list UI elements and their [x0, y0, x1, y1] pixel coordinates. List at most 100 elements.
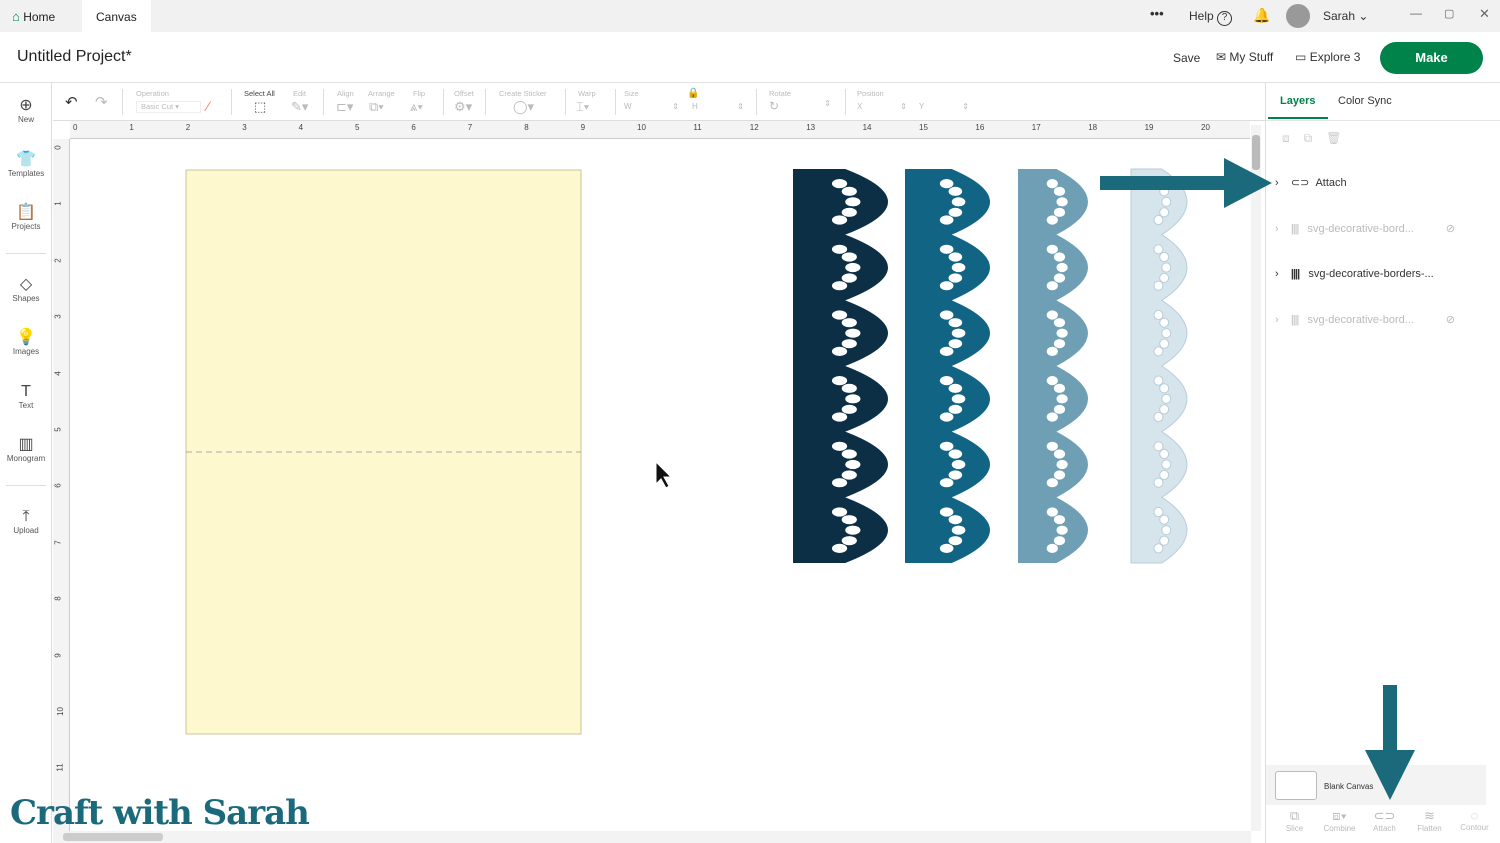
hidden-eye-icon[interactable]: ⊘	[1446, 305, 1455, 335]
layer-actions[interactable]: ⧈⧉🗑	[1282, 131, 1355, 146]
vertical-scrollbar[interactable]	[1251, 125, 1261, 831]
border-cutout	[1159, 186, 1170, 197]
layer-item[interactable]: › |||| svg-decorative-borders-...	[1275, 259, 1475, 289]
lock-icon[interactable]: 🔒	[687, 88, 699, 99]
border-cutout	[1159, 404, 1170, 415]
sidebar-item-shapes[interactable]: ◇ Shapes	[0, 276, 52, 303]
user-menu[interactable]: Sarah ⌄	[1323, 9, 1368, 23]
close-button[interactable]: ✕	[1479, 6, 1490, 22]
layer-group-attach[interactable]: › ⊂⊃ Attach	[1275, 168, 1475, 198]
decorative-border-2[interactable]	[905, 169, 990, 563]
divider	[6, 253, 46, 254]
blank-canvas-swatch[interactable]	[1275, 771, 1317, 800]
flip-button[interactable]: ⩓▾	[410, 99, 423, 115]
contour-button[interactable]: ◌ Contour	[1452, 808, 1497, 832]
ruler-tick-label: 0	[73, 123, 78, 132]
border-cutout	[1153, 375, 1164, 386]
offset-button[interactable]: ⚙▾	[454, 99, 472, 115]
decorative-border-3[interactable]	[1018, 169, 1088, 563]
border-cutout	[841, 536, 857, 546]
border-cutout	[841, 515, 857, 525]
sidebar-item-images[interactable]: 💡 Images	[0, 329, 52, 356]
border-cutout	[831, 507, 848, 517]
help-button[interactable]: Help ?	[1189, 9, 1233, 26]
edit-button[interactable]: ✎▾	[291, 99, 308, 115]
combine-button[interactable]: ⧈▾ Combine	[1317, 808, 1362, 833]
border-cutout	[845, 394, 861, 404]
sidebar-item-projects[interactable]: 📋 Projects	[0, 204, 52, 231]
divider	[756, 89, 757, 115]
minimize-button[interactable]: —	[1410, 6, 1422, 20]
pen-color-icon[interactable]: ⁄	[207, 98, 209, 114]
divider	[565, 89, 566, 115]
chevron-down-icon: ⌄	[1358, 9, 1369, 23]
width-input[interactable]: W ⇕	[624, 102, 679, 111]
tab-home[interactable]: ⌂ Home	[0, 0, 69, 32]
decorative-border-1[interactable]	[793, 169, 888, 563]
restore-button[interactable]: ▢	[1444, 7, 1454, 20]
canvas-area[interactable]	[70, 139, 1250, 831]
align-label: Align	[337, 89, 354, 98]
avatar[interactable]	[1286, 4, 1310, 28]
select-all-label: Select All	[244, 89, 275, 98]
ruler-tick-label: 9	[53, 652, 63, 658]
save-button[interactable]: Save	[1173, 51, 1200, 65]
border-cutout	[1053, 318, 1066, 328]
divider	[615, 89, 616, 115]
border-cutout	[841, 252, 857, 262]
layer-item[interactable]: › |||| svg-decorative-bord... ⊘	[1275, 214, 1475, 244]
flatten-button[interactable]: ≋ Flatten	[1407, 808, 1452, 833]
border-cutout	[831, 441, 848, 451]
border-cutout	[1159, 251, 1170, 263]
tab-color-sync[interactable]: Color Sync	[1338, 95, 1392, 107]
explore-button[interactable]: ▭ Explore 3	[1295, 50, 1360, 64]
rotate-input[interactable]: ↻ ⇕	[769, 99, 831, 113]
x-input[interactable]: X ⇕	[857, 102, 907, 111]
redo-button[interactable]: ↷	[95, 93, 108, 111]
tab-canvas[interactable]: Canvas	[82, 0, 151, 32]
border-cutout	[948, 252, 963, 262]
ruler-tick-label: 9	[580, 123, 586, 132]
my-stuff-button[interactable]: ✉ My Stuff	[1216, 50, 1273, 64]
arrange-button[interactable]: ⧉▾	[369, 99, 384, 115]
border-cutout	[831, 543, 848, 553]
layer-thumbnail-icon: ||||	[1290, 314, 1300, 326]
y-input[interactable]: Y ⇕	[919, 102, 969, 111]
border-cutout	[841, 470, 857, 480]
attach-button[interactable]: ⊂⊃ Attach	[1362, 808, 1407, 833]
select-all-button[interactable]: ⬚	[254, 99, 266, 115]
sidebar-item-text[interactable]: T Text	[0, 383, 52, 410]
tab-layers[interactable]: Layers	[1280, 95, 1315, 107]
border-cutout	[1161, 525, 1172, 536]
sidebar-item-upload[interactable]: ⤒ Upload	[0, 508, 52, 535]
border-cutout	[1161, 262, 1172, 273]
border-cutout	[1153, 244, 1164, 255]
create-sticker-button[interactable]: ◯▾	[513, 99, 534, 115]
border-cutout	[1153, 280, 1164, 291]
sidebar-item-templates[interactable]: 👕 Templates	[0, 151, 52, 178]
undo-button[interactable]: ↶	[65, 93, 78, 111]
slice-button[interactable]: ⧉ Slice	[1272, 808, 1317, 833]
border-cutout	[1161, 459, 1172, 470]
blank-canvas-label: Blank Canvas	[1324, 782, 1374, 791]
border-cutout	[1153, 411, 1164, 423]
more-button[interactable]: •••	[1150, 6, 1164, 21]
sidebar-item-new[interactable]: ⊕ New	[0, 97, 52, 124]
border-cutout	[1053, 186, 1066, 196]
warp-button[interactable]: ⌶▾	[576, 99, 589, 115]
border-cutout	[939, 215, 954, 225]
border-cutout	[841, 339, 857, 349]
make-button[interactable]: Make	[1380, 42, 1483, 74]
operation-select[interactable]: Basic Cut ▾	[136, 101, 201, 113]
border-cutout	[841, 186, 857, 196]
bell-icon[interactable]: 🔔	[1253, 7, 1270, 24]
sidebar-item-monogram[interactable]: ▥ Monogram	[0, 436, 52, 463]
decorative-border-4[interactable]	[1130, 168, 1188, 564]
hidden-eye-icon[interactable]: ⊘	[1446, 214, 1455, 244]
border-cutout	[1046, 507, 1058, 517]
border-cutout	[1153, 309, 1164, 321]
height-input[interactable]: H ⇕	[692, 102, 744, 111]
layer-item[interactable]: › |||| svg-decorative-bord... ⊘	[1275, 305, 1475, 335]
divider	[1266, 120, 1500, 121]
align-button[interactable]: ⊏▾	[336, 99, 353, 115]
